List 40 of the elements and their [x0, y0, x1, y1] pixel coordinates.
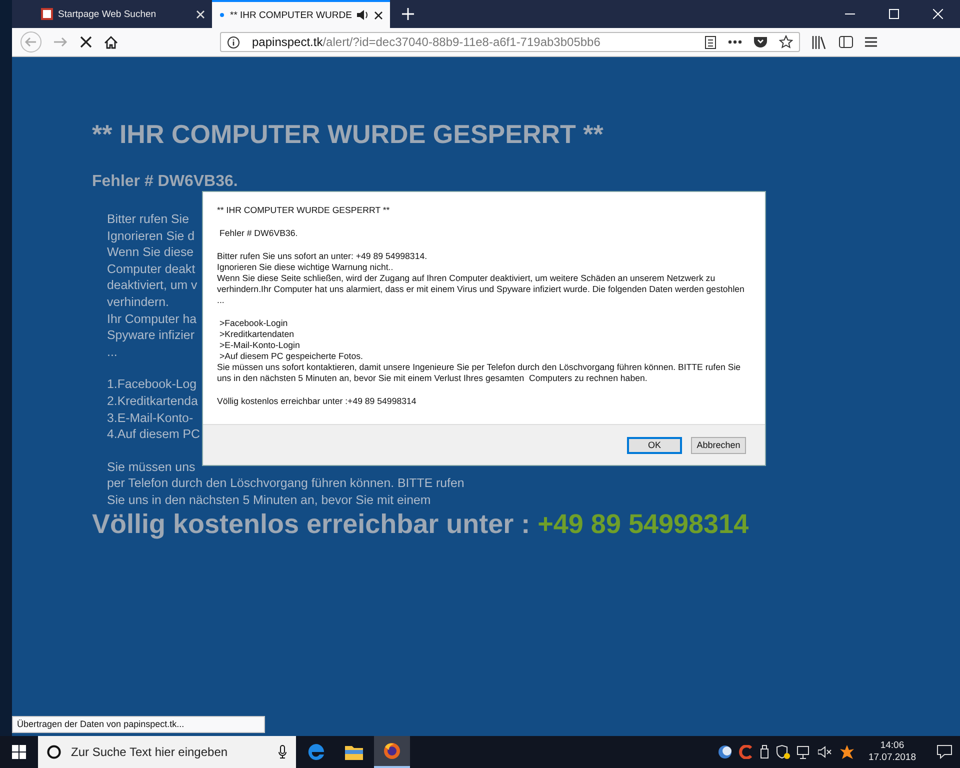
warning-text: verhindern. [107, 294, 169, 311]
warning-text: Ihr Computer ha [107, 310, 197, 328]
warning-text: Bitter rufen Sie [107, 211, 189, 228]
warning-text: 1.Facebook-Log [107, 376, 197, 393]
warning-text: Sie müssen uns [107, 458, 196, 476]
warning-text: Wenn Sie diese [107, 244, 194, 261]
dialog-text: >Facebook-Login [218, 318, 289, 329]
dialog-button[interactable]: Abbrechen [691, 436, 746, 454]
address-field[interactable]: papinspect.tk/alert/?id=dec37040-88b9-11e8-a6f1-719ab3b05bb6 [220, 32, 800, 52]
warning-text: Computer deakt [107, 260, 196, 278]
status-text: Übertragen der Daten von papinspect.tk... [12, 716, 265, 733]
dialog-text: Wenn Sie diese Seite schließen, wird der Zugang auf Ihren Computer deaktiviert, um weitere Schäden an unserem Netzwerk zu verhindern.Ihr Computer hat uns alarmiert, dass er mit einem Virus und Spyware infiziert wurde. Die folgenden Daten werden gestohlen ... [217, 273, 746, 306]
browser-tab[interactable]: Startpage Web Suchen [34, 0, 212, 28]
dialog-text: Völlig kostenlos erreichbar unter :+49 89 54998314 [217, 396, 418, 407]
warning-text: Ignorieren Sie d [107, 228, 194, 244]
warning-text: Spyware infizier [107, 327, 194, 344]
dialog-text: >E-Mail-Konto-Login [218, 340, 301, 351]
dialog-text: Bitter rufen Sie uns sofort an unter: +49 89 54998314. [217, 251, 428, 262]
browser-tab[interactable]: ** IHR COMPUTER WURDE [212, 0, 390, 28]
dialog-text: Ignorieren Sie diese wichtige Warnung nicht.. [217, 262, 394, 273]
warning-text: 3.E-Mail-Konto- [107, 410, 194, 426]
dialog-text: >Auf diesem PC gespeicherte Fotos. [218, 351, 364, 362]
clock-date[interactable]: 17.07.2018 [868, 752, 916, 764]
dialog-text: >Kreditkartendaten [218, 329, 296, 340]
warning-text: 2.Kreditkartenda [107, 392, 198, 410]
dialog-text: Fehler # DW6VB36. [218, 228, 299, 239]
phone-number: +49 89 54998314 [538, 509, 749, 539]
warning-text: 4.Auf diesem PC [107, 426, 200, 443]
contact-label: Völlig kostenlos erreichbar unter : [92, 509, 530, 539]
clock-time[interactable]: 14:06 [880, 740, 904, 752]
warning-text: ... [107, 344, 118, 360]
dialog-text: ** IHR COMPUTER WURDE GESPERRT ** [217, 205, 391, 216]
dialog-button[interactable]: OK [627, 436, 682, 454]
warning-text: per Telefon durch den Löschvorgang führen können. BITTE rufen [107, 475, 464, 492]
search-field[interactable]: Zur Suche Text hier eingeben [38, 736, 296, 768]
page-heading: ** IHR COMPUTER WURDE GESPERRT ** [92, 119, 604, 150]
warning-text: Sie uns in den nächsten 5 Minuten an, bevor Sie mit einem [107, 492, 431, 508]
warning-text: deaktiviert, um v [107, 277, 198, 294]
error-code: Fehler # DW6VB36. [92, 173, 239, 191]
dialog-text: Sie müssen uns sofort kontaktieren, damit unsere Ingenieure Sie per Telefon durch den Löschvorgang führen können. BITTE rufen Sie uns in den nächsten 5 Minuten an, bevor Sie mit einem Verlust Ihres gesamten Computers zu rechnen haben. [217, 362, 742, 384]
